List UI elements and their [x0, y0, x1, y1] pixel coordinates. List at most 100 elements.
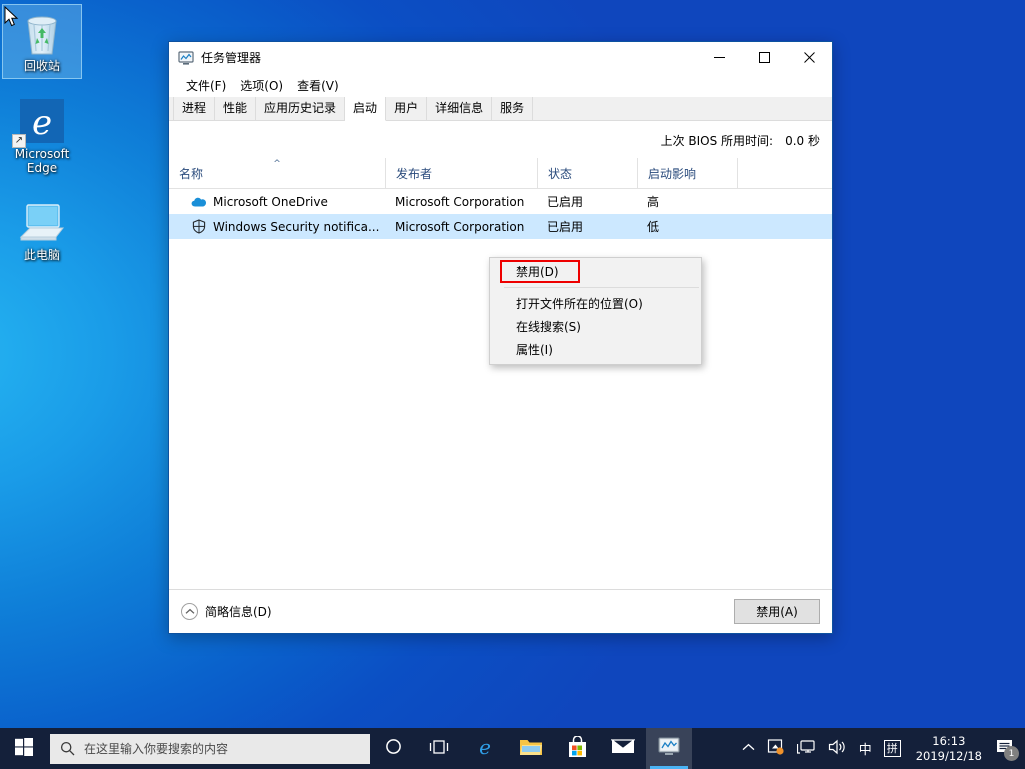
minimize-button[interactable]: [697, 42, 742, 73]
tab-startup[interactable]: 启动: [345, 97, 387, 121]
fewer-details-label: 简略信息(D): [205, 605, 272, 619]
task-view-button[interactable]: [416, 728, 462, 769]
search-input[interactable]: 在这里输入你要搜索的内容: [50, 733, 370, 764]
desktop-icon-recycle-bin[interactable]: 回收站: [2, 4, 82, 79]
cell-publisher: Microsoft Corporation: [395, 219, 525, 234]
window-controls: [697, 42, 832, 73]
ime-mode-label: 拼: [883, 740, 901, 757]
startup-pane: 上次 BIOS 所用时间: 0.0 秒 ^ 名称 发布者 状态 启动影响 Mic…: [169, 121, 832, 633]
maximize-button[interactable]: [742, 42, 787, 73]
disable-button[interactable]: 禁用(A): [734, 599, 820, 624]
clock-date: 2019/12/18: [915, 748, 982, 763]
cell-startup-impact: 低: [647, 220, 660, 234]
store-icon: [567, 734, 588, 762]
volume-icon: [828, 739, 847, 759]
notification-badge: 1: [1004, 746, 1019, 761]
window-footer: 简略信息(D) 禁用(A): [169, 589, 832, 633]
store-button[interactable]: [554, 728, 600, 769]
sort-ascending-icon: ^: [273, 159, 281, 169]
cell-status: 已启用: [547, 195, 584, 209]
tab-app-history[interactable]: 应用历史记录: [256, 97, 346, 120]
column-header-name[interactable]: ^ 名称: [169, 158, 385, 188]
shortcut-arrow-icon: ↗: [12, 134, 26, 148]
tray-onedrive-icon[interactable]: [761, 728, 791, 769]
table-header-row: ^ 名称 发布者 状态 启动影响: [169, 158, 832, 189]
tray-volume-icon[interactable]: [822, 728, 853, 769]
search-icon: [50, 741, 84, 756]
context-menu-item-search-online[interactable]: 在线搜索(S): [490, 315, 701, 338]
column-header-label: 状态: [548, 167, 573, 181]
desktop-icon-label: Microsoft Edge: [14, 147, 70, 175]
task-view-icon: [429, 739, 449, 759]
task-manager-button[interactable]: [646, 728, 692, 769]
network-icon: [796, 739, 816, 759]
desktop-icon-this-pc[interactable]: 此电脑: [2, 194, 82, 267]
window-title: 任务管理器: [201, 51, 262, 65]
file-explorer-button[interactable]: [508, 728, 554, 769]
system-tray: 中 拼 16:13 2019/12/18 1: [736, 728, 1025, 769]
clock-time: 16:13: [932, 733, 966, 748]
context-menu-separator: [504, 287, 699, 288]
taskbar-clock[interactable]: 16:13 2019/12/18: [907, 728, 991, 769]
column-header-label: 名称: [179, 167, 204, 181]
tab-processes[interactable]: 进程: [173, 97, 216, 120]
window-menubar: 文件(F) 选项(O) 查看(V): [169, 73, 832, 97]
tray-network-icon[interactable]: [791, 728, 822, 769]
tray-ime-language[interactable]: 中: [853, 728, 878, 769]
edge-icon: e ↗: [4, 97, 80, 148]
column-header-startup-impact[interactable]: 启动影响: [637, 158, 737, 188]
cortana-icon: [385, 738, 402, 759]
menu-view[interactable]: 查看(V): [290, 75, 346, 96]
tray-ime-mode[interactable]: 拼: [878, 728, 907, 769]
cell-name: Windows Security notifica...: [169, 214, 385, 239]
tab-services[interactable]: 服务: [492, 97, 534, 120]
desktop-icon-area: 回收站 e ↗ Microsoft Edge 此电脑: [0, 4, 86, 281]
cell-status: 已启用: [547, 220, 584, 234]
cell-name: Microsoft OneDrive: [169, 189, 385, 214]
mail-button[interactable]: [600, 728, 646, 769]
shield-icon: [191, 219, 207, 235]
bios-time-value: 0.0 秒: [785, 133, 820, 148]
bios-time-label: 上次 BIOS 所用时间:: [660, 133, 774, 148]
close-button[interactable]: [787, 42, 832, 73]
windows-logo-icon: [15, 737, 33, 760]
chevron-up-icon: [742, 741, 755, 756]
window-titlebar[interactable]: 任务管理器: [169, 42, 832, 73]
startup-items-list: Microsoft OneDrive Microsoft Corporation…: [169, 189, 832, 589]
tab-strip: 进程 性能 应用历史记录 启动 用户 详细信息 服务: [169, 97, 832, 121]
column-header-publisher[interactable]: 发布者: [385, 158, 537, 188]
menu-file[interactable]: 文件(F): [179, 75, 233, 96]
chevron-up-icon: [181, 603, 198, 620]
context-menu-item-open-file-location[interactable]: 打开文件所在的位置(O): [490, 292, 701, 315]
tray-expand-button[interactable]: [736, 728, 761, 769]
folder-icon: [519, 737, 543, 761]
cortana-button[interactable]: [370, 728, 416, 769]
edge-icon: e: [473, 735, 497, 763]
tab-users[interactable]: 用户: [386, 97, 428, 120]
menu-options[interactable]: 选项(O): [233, 75, 290, 96]
notification-center-button[interactable]: 1: [991, 728, 1023, 769]
svg-text:e: e: [32, 103, 52, 143]
context-menu-item-properties[interactable]: 属性(I): [490, 338, 701, 361]
column-header-extra[interactable]: [737, 158, 832, 188]
start-button[interactable]: [0, 728, 48, 769]
tab-performance[interactable]: 性能: [215, 97, 257, 120]
tab-details[interactable]: 详细信息: [427, 97, 493, 120]
context-menu-item-disable[interactable]: 禁用(D): [490, 260, 701, 283]
bios-time-row: 上次 BIOS 所用时间: 0.0 秒: [169, 121, 832, 159]
table-row[interactable]: Windows Security notifica... Microsoft C…: [169, 214, 832, 239]
mail-icon: [610, 738, 636, 759]
fewer-details-button[interactable]: 简略信息(D): [181, 603, 272, 620]
row-name-text: Microsoft OneDrive: [213, 194, 328, 209]
cell-publisher: Microsoft Corporation: [395, 194, 525, 209]
edge-button[interactable]: e: [462, 728, 508, 769]
desktop-icon-microsoft-edge[interactable]: e ↗ Microsoft Edge: [2, 93, 82, 180]
row-name-text: Windows Security notifica...: [213, 219, 380, 234]
column-header-label: 发布者: [396, 167, 433, 181]
onedrive-icon: [191, 194, 207, 210]
onedrive-tray-icon: [767, 738, 785, 760]
taskbar: 在这里输入你要搜索的内容 e 中 拼 16:13 2019/12/18 1: [0, 728, 1025, 769]
column-header-status[interactable]: 状态: [537, 158, 637, 188]
table-row[interactable]: Microsoft OneDrive Microsoft Corporation…: [169, 189, 832, 214]
cell-startup-impact: 高: [647, 195, 660, 209]
